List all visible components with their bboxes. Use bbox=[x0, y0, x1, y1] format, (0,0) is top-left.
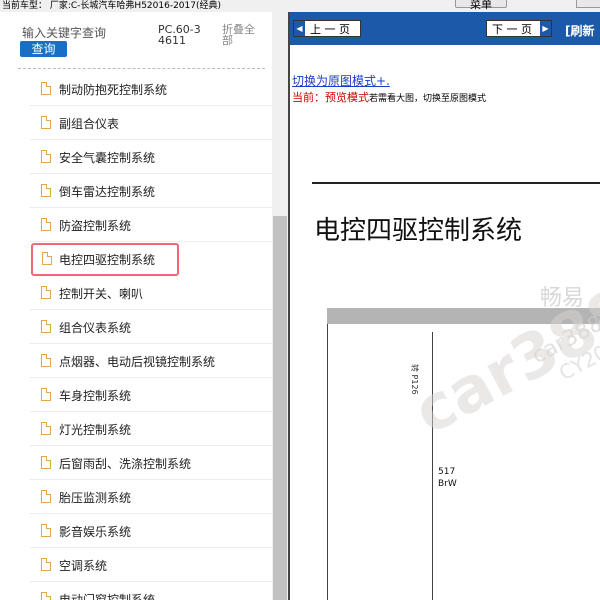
top-bar: 当前车型： 厂家:C-长城汽车哈弗H52016-2017(经典) 菜单 bbox=[0, 0, 600, 12]
tree-item[interactable]: 灯光控制系统 bbox=[30, 413, 279, 446]
document-icon bbox=[41, 320, 51, 333]
document-icon bbox=[42, 252, 52, 265]
vehicle-label: 当前车型： 厂家:C-长城汽车哈弗H52016-2017(经典) bbox=[2, 1, 221, 11]
prev-page-button[interactable]: ◀ 上 一 页 bbox=[293, 20, 361, 37]
next-page-label: 下 一 页 bbox=[492, 23, 532, 36]
status-line: 当前：预览模式若需看大图，切换至原图模式 bbox=[292, 89, 486, 105]
tree-item[interactable]: 组合仪表系统 bbox=[30, 311, 279, 344]
tree-item-selected[interactable]: 电控四驱控制系统 bbox=[31, 243, 179, 276]
document-icon bbox=[41, 524, 51, 537]
tree-item[interactable]: 控制开关、喇叭 bbox=[30, 277, 279, 310]
document-icon bbox=[41, 456, 51, 469]
status-prefix: 当前： bbox=[292, 91, 325, 104]
tree-item[interactable]: 副组合仪表 bbox=[30, 107, 279, 140]
document-icon bbox=[41, 82, 51, 95]
tree-item-label: 副组合仪表 bbox=[59, 117, 120, 131]
document-icon bbox=[41, 388, 51, 401]
arrow-right-icon: ▶ bbox=[540, 21, 551, 36]
document-icon bbox=[41, 490, 51, 503]
tree-item-label: 电控四驱控制系统 bbox=[59, 253, 156, 267]
tree-item[interactable]: 制动防抱死控制系统 bbox=[30, 73, 279, 106]
arrow-left-icon: ◀ bbox=[294, 21, 305, 36]
wire-number: 517 bbox=[438, 467, 456, 477]
document-icon bbox=[41, 354, 51, 367]
tree-item-label: 空调系统 bbox=[59, 559, 108, 573]
tree-item-label: 制动防抱死控制系统 bbox=[59, 83, 168, 97]
document-title: 电控四驱控制系统 bbox=[314, 216, 523, 246]
next-page-button[interactable]: 下 一 页 ▶ bbox=[486, 20, 552, 37]
tree-item[interactable]: 安全气囊控制系统 bbox=[30, 141, 279, 174]
status-mode: 预览模式 bbox=[325, 91, 369, 104]
tree-item-label: 控制开关、喇叭 bbox=[59, 287, 144, 301]
switch-mode-link[interactable]: 切换为原图模式+. bbox=[292, 72, 390, 89]
diagram-line bbox=[327, 324, 328, 600]
tree-item[interactable]: 车身控制系统 bbox=[30, 379, 279, 412]
collapse-all-link[interactable]: 折叠全部 bbox=[222, 24, 262, 46]
tree-item[interactable]: 防盗控制系统 bbox=[30, 209, 279, 242]
pc-code: PC.60-34611 bbox=[158, 23, 201, 47]
tree-item[interactable]: 倒车雷达控制系统 bbox=[30, 175, 279, 208]
menu-button[interactable]: 菜单 bbox=[455, 0, 507, 11]
document-icon bbox=[41, 218, 51, 231]
tree-item-label: 防盗控制系统 bbox=[59, 219, 132, 233]
viewer-panel: ◀ 上 一 页 下 一 页 ▶ [刷新 切换为原图模式+. 当前：预览模式若需看… bbox=[290, 12, 600, 600]
scrollbar-thumb[interactable] bbox=[273, 216, 287, 600]
tree-item-label: 灯光控制系统 bbox=[59, 423, 132, 437]
divider bbox=[18, 68, 265, 69]
document-icon bbox=[41, 422, 51, 435]
refresh-link[interactable]: [刷新 bbox=[565, 22, 595, 39]
document-icon bbox=[41, 592, 51, 600]
query-button[interactable]: 查询 bbox=[20, 41, 67, 57]
document-icon bbox=[41, 286, 51, 299]
document-icon bbox=[41, 116, 51, 129]
left-panel: 输入关键字查询 查询 PC.60-34611 折叠全部 制动防抱死控制系统 副组合… bbox=[0, 12, 288, 600]
title-rule bbox=[312, 182, 600, 184]
wire-color: BrW bbox=[438, 479, 457, 489]
tree-item-label: 车身控制系统 bbox=[59, 389, 132, 403]
tree-item[interactable]: 点烟器、电动后视镜控制系统 bbox=[30, 345, 279, 378]
search-input[interactable]: 输入关键字查询 bbox=[22, 24, 106, 41]
tree-item[interactable]: 电动门窗控制系统 bbox=[30, 583, 279, 600]
prev-page-label: 上 一 页 bbox=[310, 23, 350, 36]
search-area: 输入关键字查询 查询 PC.60-34611 折叠全部 bbox=[0, 12, 272, 70]
tree-item-label: 后窗雨刮、洗涤控制系统 bbox=[59, 457, 192, 471]
nav-bar: ◀ 上 一 页 下 一 页 ▶ [刷新 bbox=[290, 12, 600, 45]
tree-item-label: 影音娱乐系统 bbox=[59, 525, 132, 539]
tree-item-label: 电动门窗控制系统 bbox=[59, 593, 156, 600]
tree-item[interactable]: 后窗雨刮、洗涤控制系统 bbox=[30, 447, 279, 480]
top-extra-button[interactable] bbox=[576, 0, 600, 8]
tree-item-label: 胎压监测系统 bbox=[59, 491, 132, 505]
tree-item[interactable]: 空调系统 bbox=[30, 549, 279, 582]
tree-item[interactable]: 影音娱乐系统 bbox=[30, 515, 279, 548]
document-icon bbox=[41, 558, 51, 571]
tree-item-label: 倒车雷达控制系统 bbox=[59, 185, 156, 199]
tree-item-label: 组合仪表系统 bbox=[59, 321, 132, 335]
document-icon bbox=[41, 150, 51, 163]
document-icon bbox=[41, 184, 51, 197]
tree-item-label: 安全气囊控制系统 bbox=[59, 151, 156, 165]
status-tail: 若需看大图，切换至原图模式 bbox=[369, 94, 487, 104]
tree-item[interactable]: 胎压监测系统 bbox=[30, 481, 279, 514]
tree-item-label: 点烟器、电动后视镜控制系统 bbox=[59, 355, 216, 369]
